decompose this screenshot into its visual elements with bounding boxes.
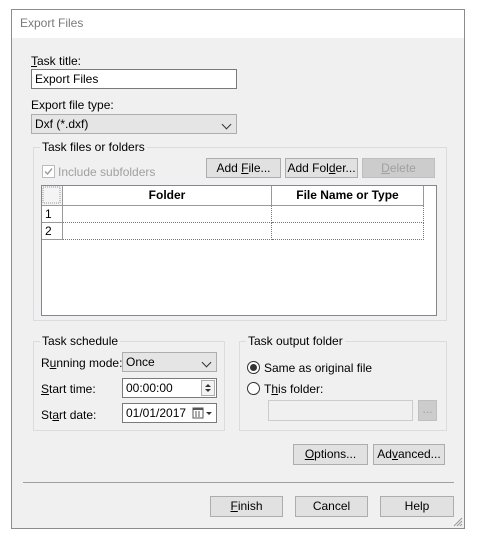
- folder-cell[interactable]: [63, 223, 272, 240]
- advanced-button[interactable]: Advanced...: [373, 444, 445, 465]
- title-bar[interactable]: Export Files: [12, 10, 464, 38]
- file-name-cell[interactable]: [272, 223, 424, 240]
- include-subfolders-label: Include subfolders: [58, 165, 156, 179]
- running-mode-value: Once: [126, 355, 155, 369]
- browse-folder-button[interactable]: ...: [418, 400, 437, 421]
- resize-grip-icon[interactable]: [451, 515, 463, 527]
- folder-cell[interactable]: [63, 206, 272, 223]
- task-title-input[interactable]: Export Files: [31, 69, 237, 89]
- export-file-type-select[interactable]: Dxf (*.dxf): [31, 114, 237, 134]
- select-all-icon: [42, 186, 61, 204]
- export-file-type-label: Export file type:: [31, 98, 114, 112]
- footer-divider: [23, 482, 454, 483]
- time-spinner[interactable]: [201, 380, 215, 396]
- add-folder-button[interactable]: Add Folder...: [285, 158, 358, 178]
- task-schedule-group-title: Task schedule: [40, 334, 121, 348]
- check-icon: [44, 168, 53, 176]
- window-title: Export Files: [20, 16, 84, 30]
- start-time-input[interactable]: 00:00:00: [122, 378, 217, 398]
- output-folder-input[interactable]: [268, 400, 413, 421]
- this-folder-label: This folder:: [264, 382, 324, 396]
- row-number: 2: [42, 223, 63, 240]
- row-number: 1: [42, 206, 63, 223]
- spin-up-down-icon: [205, 384, 211, 392]
- start-time-value: 00:00:00: [126, 381, 173, 395]
- cancel-button[interactable]: Cancel: [295, 496, 368, 517]
- files-grid[interactable]: Folder File Name or Type 1 2: [41, 185, 437, 316]
- options-button[interactable]: Options...: [293, 444, 368, 465]
- column-header-file-name[interactable]: File Name or Type: [272, 186, 424, 206]
- add-file-button[interactable]: Add File...: [206, 158, 281, 178]
- start-time-label: Start time:: [41, 382, 96, 396]
- grid-corner[interactable]: [42, 186, 63, 206]
- task-title-label: Task title:: [31, 54, 82, 68]
- task-output-folder-group-title: Task output folder: [246, 334, 345, 348]
- export-file-type-value: Dxf (*.dxf): [35, 117, 89, 131]
- include-subfolders-checkbox[interactable]: [42, 165, 55, 178]
- help-button[interactable]: Help: [380, 496, 454, 517]
- file-name-cell[interactable]: [272, 206, 424, 223]
- chevron-down-icon: [221, 119, 232, 130]
- finish-button[interactable]: Finish: [210, 496, 283, 517]
- chevron-down-icon: [201, 357, 212, 368]
- running-mode-select[interactable]: Once: [122, 352, 217, 372]
- start-date-value: 01/01/2017: [126, 406, 187, 420]
- start-date-input[interactable]: 01/01/2017: [122, 403, 217, 423]
- start-date-label: Start date:: [41, 408, 97, 422]
- calendar-icon[interactable]: [192, 406, 214, 420]
- same-as-original-radio[interactable]: [247, 361, 260, 374]
- task-files-group-title: Task files or folders: [40, 140, 147, 154]
- running-mode-label: Running mode:: [41, 356, 123, 370]
- same-as-original-label: Same as original file: [264, 361, 373, 375]
- column-header-folder[interactable]: Folder: [63, 186, 272, 206]
- delete-button[interactable]: Delete: [362, 158, 435, 178]
- export-files-dialog: Export Files Task title: Export Files Ex…: [11, 9, 465, 529]
- this-folder-radio[interactable]: [247, 382, 260, 395]
